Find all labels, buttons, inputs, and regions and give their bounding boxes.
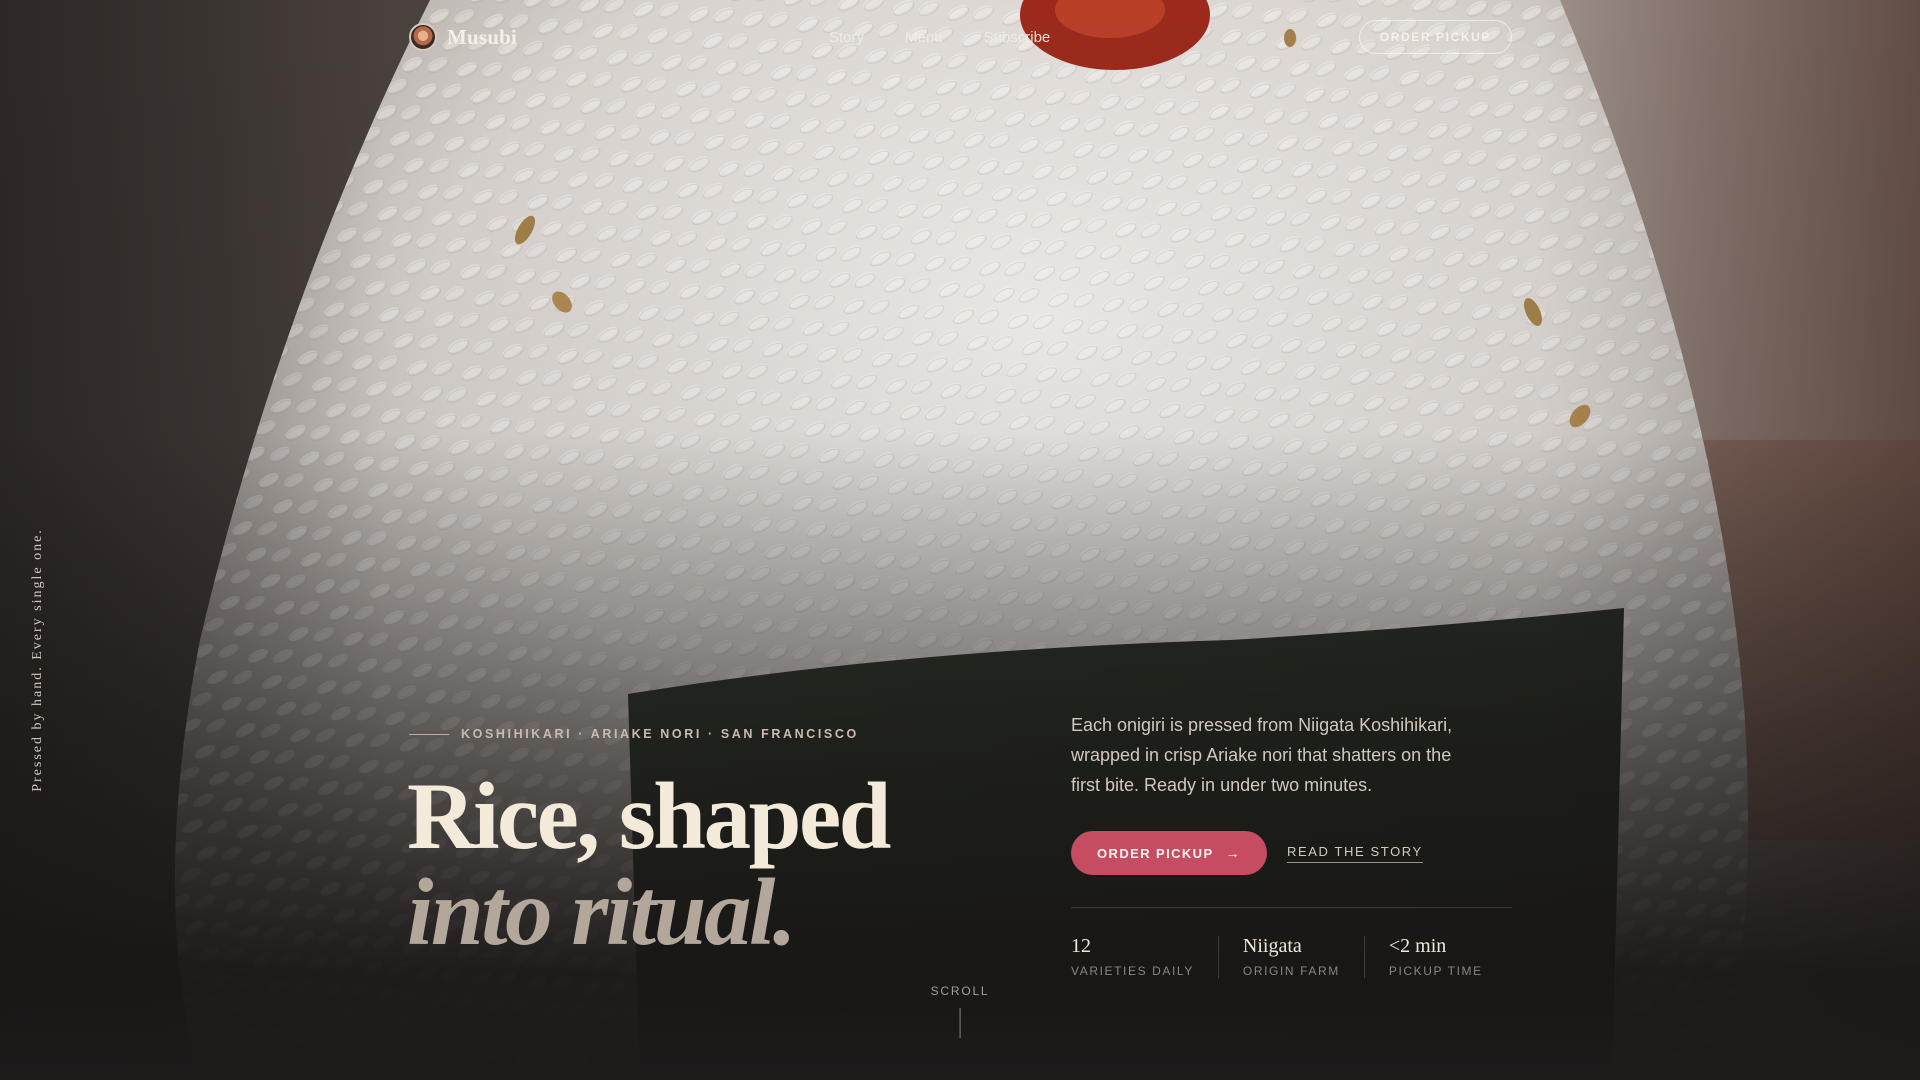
hero-headline: Rice, shaped into ritual. bbox=[407, 763, 891, 965]
nav-link-story[interactable]: Story bbox=[829, 29, 864, 46]
nav-links: Story Menu Subscribe bbox=[829, 20, 1050, 54]
stat-value: <2 min bbox=[1388, 935, 1447, 957]
brand-name: Musubi bbox=[447, 24, 518, 49]
stat-varieties: 12 VARIETIES DAILY bbox=[1071, 936, 1218, 978]
nav-order-pickup-button[interactable]: ORDER PICKUP bbox=[1358, 20, 1512, 54]
stats-divider bbox=[1071, 907, 1512, 908]
scroll-line bbox=[959, 1008, 961, 1038]
hero-intro: Each onigiri is pressed from Niigata Kos… bbox=[1071, 715, 1453, 795]
order-pickup-label: ORDER PICKUP bbox=[1097, 845, 1214, 861]
stat-value: 12 bbox=[1071, 935, 1091, 957]
hero-gradient-overlay bbox=[0, 0, 1920, 1080]
headline-line-1: Rice, shaped bbox=[407, 763, 891, 869]
hero-eyebrow: KOSHIHIKARI · ARIAKE NORI · SAN FRANCISC… bbox=[409, 727, 859, 741]
arrow-right-icon: → bbox=[1225, 845, 1241, 861]
hero-cta-row: ORDER PICKUP → READ THE STORY bbox=[1071, 831, 1423, 875]
stat-label: ORIGIN FARM bbox=[1242, 964, 1340, 978]
nav-link-menu[interactable]: Menu bbox=[905, 29, 943, 46]
top-nav: Musubi Story Menu Subscribe ORDER PICKUP bbox=[409, 20, 1512, 54]
eyebrow-rule bbox=[409, 733, 449, 735]
stat-value: Niigata bbox=[1242, 935, 1302, 957]
stat-origin: Niigata ORIGIN FARM bbox=[1217, 935, 1364, 978]
eyebrow-text: KOSHIHIKARI · ARIAKE NORI · SAN FRANCISC… bbox=[461, 727, 859, 741]
side-tagline: Pressed by hand. Every single one. bbox=[30, 528, 45, 792]
scroll-indicator[interactable]: SCROLL bbox=[931, 984, 990, 1038]
stat-label: PICKUP TIME bbox=[1388, 964, 1483, 978]
hero-stats: 12 VARIETIES DAILY Niigata ORIGIN FARM <… bbox=[1071, 936, 1507, 978]
stat-pickup-time: <2 min PICKUP TIME bbox=[1363, 935, 1507, 978]
onigiri-logo-icon bbox=[409, 23, 437, 51]
brand-logo[interactable]: Musubi bbox=[409, 23, 517, 51]
scroll-label: SCROLL bbox=[930, 984, 990, 998]
order-pickup-button[interactable]: ORDER PICKUP → bbox=[1071, 831, 1267, 875]
stat-label: VARIETIES DAILY bbox=[1071, 964, 1194, 978]
read-the-story-link[interactable]: READ THE STORY bbox=[1287, 844, 1423, 863]
headline-line-2: into ritual. bbox=[407, 859, 797, 965]
hero-background-image bbox=[0, 0, 1920, 1080]
nav-link-subscribe[interactable]: Subscribe bbox=[984, 29, 1051, 46]
